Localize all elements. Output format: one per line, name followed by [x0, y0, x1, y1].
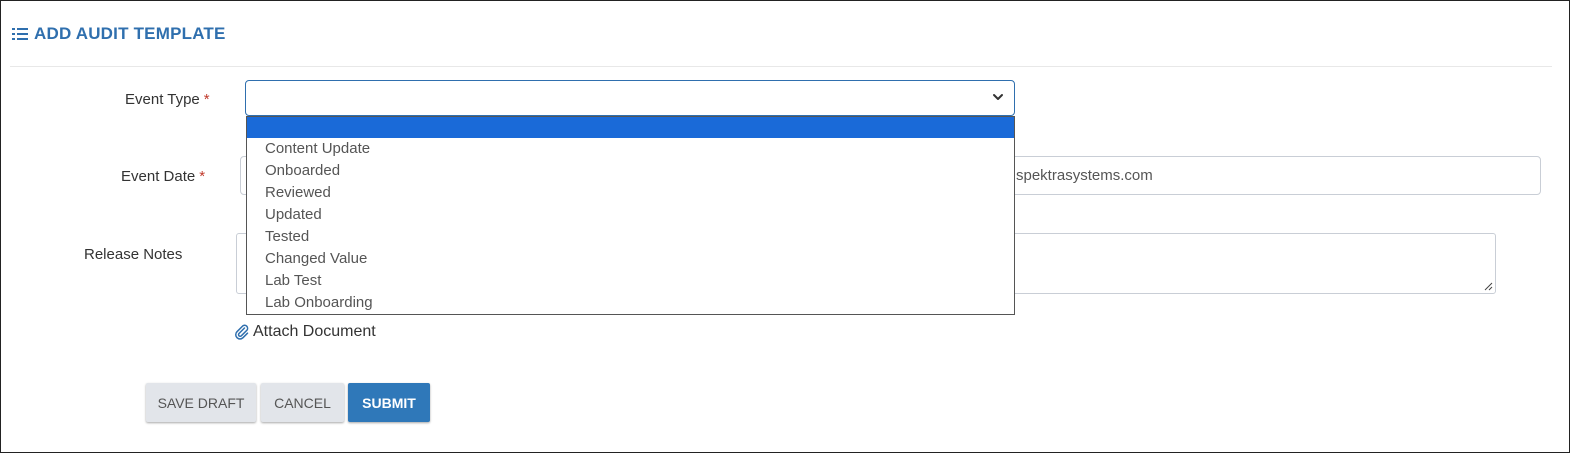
event-date-visible-text: spektrasystems.com	[1016, 167, 1153, 184]
cancel-button[interactable]: CANCEL	[261, 383, 344, 422]
dropdown-option-tested[interactable]: Tested	[247, 226, 1014, 248]
event-date-label-text: Event Date	[121, 168, 196, 185]
save-draft-button[interactable]: SAVE DRAFT	[146, 383, 256, 422]
dropdown-option-updated[interactable]: Updated	[247, 204, 1014, 226]
chevron-down-icon	[993, 94, 1003, 100]
header-divider	[10, 66, 1552, 67]
paperclip-icon	[235, 324, 249, 340]
required-marker: *	[203, 91, 210, 108]
attach-document-link[interactable]: Attach Document	[234, 323, 376, 341]
attach-document-label: Attach Document	[253, 323, 376, 340]
release-notes-label: Release Notes	[84, 246, 183, 263]
dropdown-option-empty[interactable]	[247, 117, 1014, 138]
event-type-select[interactable]	[245, 80, 1015, 116]
dropdown-option-lab-test[interactable]: Lab Test	[247, 270, 1014, 292]
dropdown-option-reviewed[interactable]: Reviewed	[247, 182, 1014, 204]
page-header: ADD AUDIT TEMPLATE	[12, 24, 226, 44]
dropdown-option-lab-onboarding[interactable]: Lab Onboarding	[247, 292, 1014, 314]
dropdown-option-onboarded[interactable]: Onboarded	[247, 160, 1014, 182]
event-date-label: Event Date *	[121, 168, 205, 185]
page-title: ADD AUDIT TEMPLATE	[34, 24, 226, 43]
required-marker: *	[199, 168, 206, 185]
event-type-label: Event Type *	[125, 91, 210, 108]
resize-grip-icon[interactable]	[1483, 281, 1493, 291]
dropdown-option-content-update[interactable]: Content Update	[247, 138, 1014, 160]
event-type-dropdown-list: Content Update Onboarded Reviewed Update…	[246, 116, 1015, 315]
list-icon	[12, 27, 28, 41]
submit-button[interactable]: SUBMIT	[348, 383, 430, 422]
dropdown-option-changed-value[interactable]: Changed Value	[247, 248, 1014, 270]
event-type-label-text: Event Type	[125, 91, 200, 108]
